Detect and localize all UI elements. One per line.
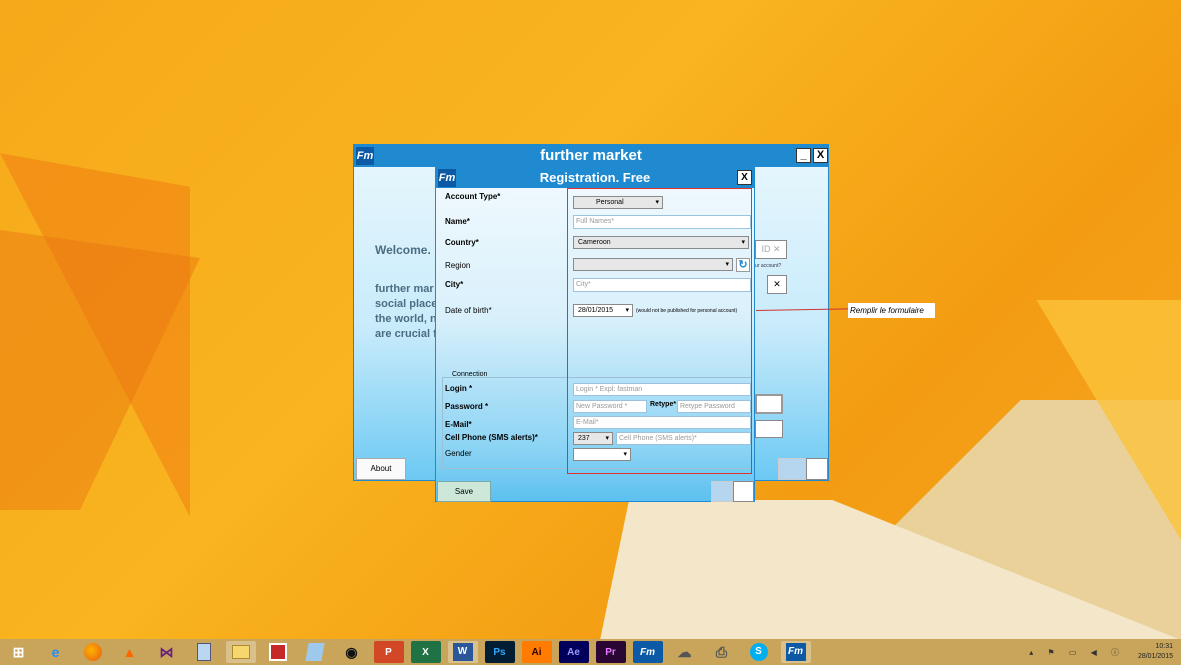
email-input[interactable]: E-Mail* [573,416,751,429]
gender-label: Gender [445,449,472,458]
email-label: E-Mail* [445,420,472,429]
chevron-down-icon: ▾ [655,199,659,206]
close-button[interactable]: X [737,170,752,185]
side-button[interactable] [755,420,783,438]
cell-phone-label: Cell Phone (SMS alerts)* [445,433,538,442]
ie-icon[interactable]: e [41,641,71,663]
premiere-icon[interactable]: Pr [595,641,626,663]
windows-logo-icon[interactable]: ⊞ [4,641,34,663]
camera-icon[interactable]: ◉ [337,641,367,663]
network-icon[interactable]: ☁ [670,641,700,663]
illustrator-icon[interactable]: Ai [521,641,552,663]
retype-password-input[interactable]: Retype Password [677,400,751,413]
side-button[interactable] [755,394,783,414]
city-label: City* [445,280,464,289]
region-select[interactable]: ▾ [573,258,733,271]
cell-phone-input[interactable]: Cell Phone (SMS alerts)* [616,432,751,445]
side-button[interactable] [806,458,828,480]
dob-picker[interactable]: 28/01/2015 ▾ [573,304,633,317]
gender-select[interactable]: ▾ [573,448,631,461]
file-explorer-icon[interactable] [225,641,256,663]
firefox-icon[interactable] [78,641,108,663]
further-market-icon[interactable]: Fm [632,641,663,663]
account-link[interactable]: ur account? [755,263,781,269]
taskbar: ⊞ e ▲ ⋈ ◉ P X W Ps Ai Ae Pr Fm ☁ ⎙ S Fm … [0,639,1181,665]
annotation-label: Remplir le formulaire [848,303,935,318]
chevron-down-icon: ▾ [605,435,609,442]
clock[interactable]: 10:31 28/01/2015 [1138,642,1173,662]
name-input[interactable]: Full Names* [573,215,751,229]
main-title-bar[interactable]: Fm further market _ X [354,145,828,167]
password-label: Password * [445,402,489,411]
registration-dialog: Fm Registration. Free X Account Type* Pe… [435,166,755,502]
welcome-heading: Welcome. [375,243,431,257]
further-market-active-icon[interactable]: Fm [780,641,811,663]
chevron-down-icon: ▾ [623,451,627,458]
skype-icon[interactable]: S [744,641,774,663]
after-effects-icon[interactable]: Ae [558,641,589,663]
notepad-icon[interactable] [189,641,219,663]
about-button[interactable]: About [356,458,406,480]
app-icon[interactable] [300,641,330,663]
registration-title-bar[interactable]: Fm Registration. Free X [436,167,754,188]
excel-icon[interactable]: X [410,641,441,663]
side-button[interactable] [711,481,733,502]
city-input[interactable]: City* [573,278,751,292]
clear-icon[interactable]: ✕ [767,275,787,294]
visual-studio-icon[interactable]: ⋈ [152,641,182,663]
registration-title: Registration. Free [539,170,651,185]
app-logo-icon: Fm [438,169,456,187]
powerpoint-icon[interactable]: P [373,641,404,663]
intro-text: further mar social place the world, n ar… [375,283,437,340]
save-button[interactable]: Save [437,481,491,502]
refresh-icon[interactable]: ↻ [736,258,750,272]
side-button[interactable] [733,481,754,502]
vlc-icon[interactable]: ▲ [115,641,145,663]
main-window-title: further market [540,147,642,164]
minimize-button[interactable]: _ [796,148,811,163]
name-label: Name* [445,217,470,226]
chevron-down-icon: ▾ [625,307,629,314]
word-icon[interactable]: W [447,641,478,663]
system-tray-icons[interactable]: ▴ ⚑ ▭ ◀ ⓘ [1029,647,1125,658]
id-field[interactable]: ID ✕ [755,240,787,259]
chevron-down-icon: ▾ [741,239,745,246]
country-code-select[interactable]: 237 ▾ [573,432,613,445]
country-label: Country* [445,238,479,247]
account-type-select[interactable]: Personal ▾ [573,196,663,209]
chart-app-icon[interactable] [263,641,293,663]
login-label: Login * [445,384,473,393]
account-type-label: Account Type* [445,192,501,201]
app-logo-icon: Fm [356,147,374,165]
dob-note: (would not be published for personal acc… [636,308,738,314]
printer-icon[interactable]: ⎙ [707,641,737,663]
chevron-down-icon: ▾ [725,261,729,268]
password-input[interactable]: New Password * [573,400,647,413]
login-input[interactable]: Login * Expl: fastman [573,383,751,396]
country-select[interactable]: Cameroon ▾ [573,236,749,249]
connection-title: Connection [452,371,488,378]
close-button[interactable]: X [813,148,828,163]
dob-label: Date of birth* [445,306,492,315]
region-label: Region [445,261,471,270]
photoshop-icon[interactable]: Ps [484,641,515,663]
side-button[interactable] [778,458,806,480]
retype-label: Retype* [650,401,677,408]
